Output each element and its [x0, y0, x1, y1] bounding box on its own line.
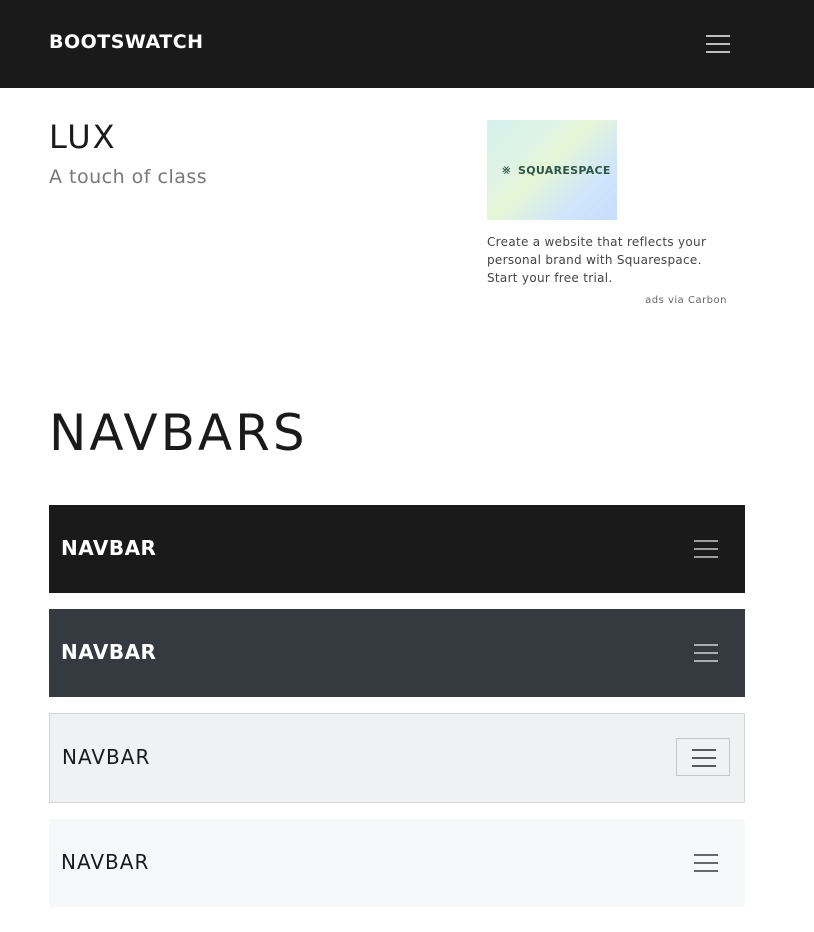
ad-logo-text: SQUARESPACE	[518, 164, 611, 177]
hamburger-menu-icon[interactable]	[694, 539, 718, 559]
ad-via-link[interactable]: ads via Carbon	[600, 295, 727, 306]
page-subtitle: A touch of class	[49, 166, 208, 188]
navbar-light: NAVBAR	[49, 713, 745, 803]
page-title: LUX	[49, 118, 117, 156]
top-navbar: BOOTSWATCH	[0, 0, 814, 88]
ad-text-link[interactable]: Create a website that reflects your pers…	[487, 233, 727, 287]
hamburger-menu-icon[interactable]	[694, 853, 718, 873]
brand-link[interactable]: BOOTSWATCH	[49, 31, 204, 53]
navbar-slate: NAVBAR	[49, 609, 745, 697]
ad-image[interactable]: ⨳ SQUARESPACE	[487, 120, 617, 220]
squarespace-logo-icon: ⨳	[502, 162, 511, 178]
navbar-brand[interactable]: NAVBAR	[61, 850, 149, 874]
navbar-brand[interactable]: NAVBAR	[61, 536, 156, 560]
navbar-toggler-button[interactable]	[676, 738, 730, 776]
hamburger-menu-icon	[692, 748, 716, 768]
navbar-white: NAVBAR	[49, 819, 745, 907]
navbar-brand[interactable]: NAVBAR	[62, 745, 150, 769]
hamburger-menu-icon[interactable]	[694, 643, 718, 663]
hamburger-menu-icon[interactable]	[706, 34, 730, 54]
navbar-dark: NAVBAR	[49, 505, 745, 593]
section-title: NAVBARS	[49, 404, 308, 462]
navbar-brand[interactable]: NAVBAR	[61, 640, 156, 664]
